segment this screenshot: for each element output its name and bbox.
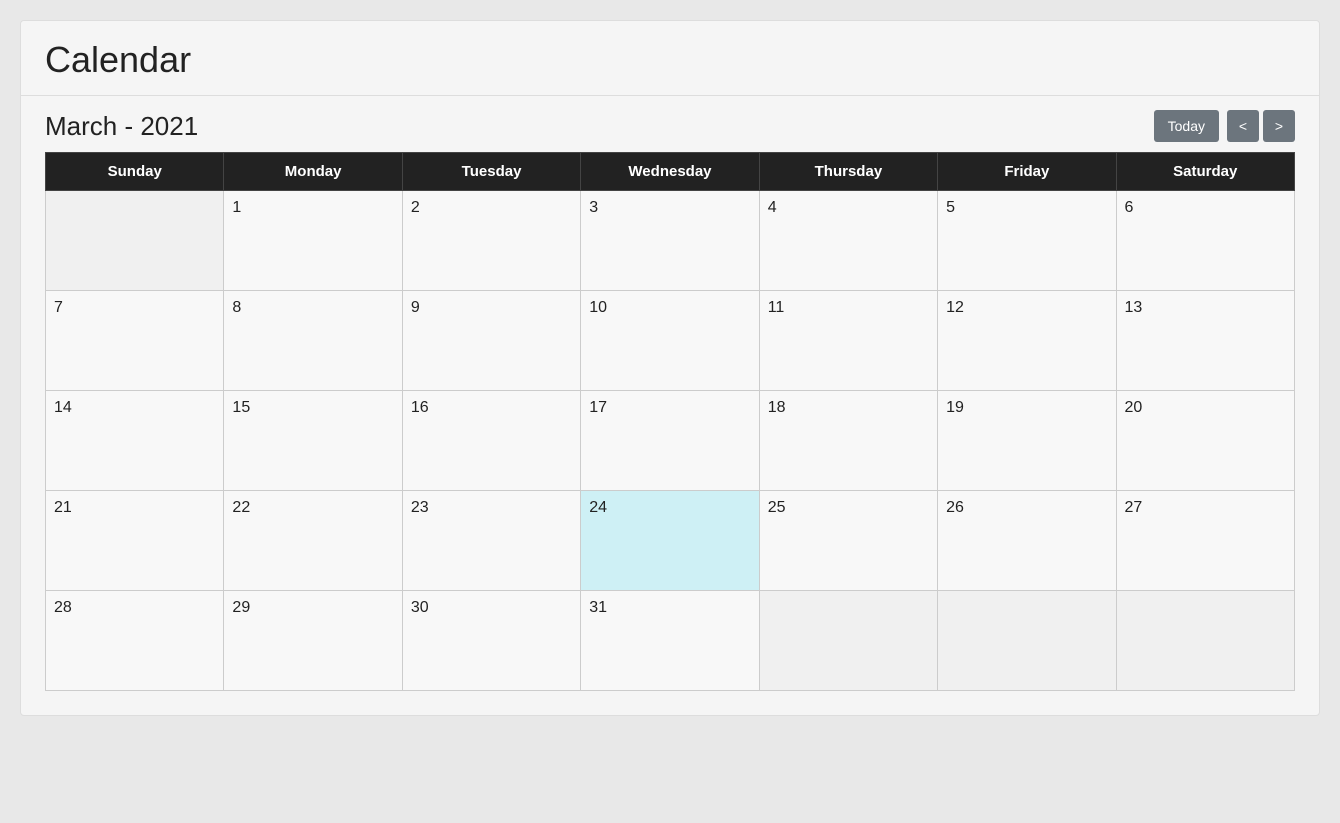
title-bar: Calendar: [21, 21, 1319, 96]
calendar-week-row: 1 2 3 4 5 6: [46, 191, 1295, 291]
calendar-day-cell[interactable]: 11: [759, 291, 937, 391]
day-header-tuesday: Tuesday: [402, 153, 580, 191]
day-number: 7: [54, 299, 63, 316]
calendar-day-cell[interactable]: 28: [46, 591, 224, 691]
calendar-day-cell[interactable]: 8: [224, 291, 402, 391]
calendar-header: March - 2021 Today < >: [21, 96, 1319, 152]
calendar-day-cell[interactable]: [759, 591, 937, 691]
weekday-header-row: SundayMondayTuesdayWednesdayThursdayFrid…: [46, 153, 1295, 191]
navigation-controls: Today < >: [1154, 110, 1295, 142]
calendar-day-cell[interactable]: 17: [581, 391, 759, 491]
day-number: 16: [411, 399, 429, 416]
day-number: 23: [411, 499, 429, 516]
day-header-monday: Monday: [224, 153, 402, 191]
day-number: 22: [232, 499, 250, 516]
calendar-day-cell[interactable]: 2: [402, 191, 580, 291]
calendar-day-cell[interactable]: [938, 591, 1116, 691]
calendar-day-cell[interactable]: 25: [759, 491, 937, 591]
day-number: 28: [54, 599, 72, 616]
day-number: 15: [232, 399, 250, 416]
day-number: 17: [589, 399, 607, 416]
calendar-day-cell[interactable]: 12: [938, 291, 1116, 391]
calendar-week-row: 14 15 16 17 18 19 20: [46, 391, 1295, 491]
day-number: 14: [54, 399, 72, 416]
calendar-day-cell[interactable]: 7: [46, 291, 224, 391]
calendar-day-cell[interactable]: 31: [581, 591, 759, 691]
calendar-day-cell[interactable]: 16: [402, 391, 580, 491]
day-number: 10: [589, 299, 607, 316]
day-number: 18: [768, 399, 786, 416]
calendar-day-cell[interactable]: 9: [402, 291, 580, 391]
day-number: 25: [768, 499, 786, 516]
day-header-friday: Friday: [938, 153, 1116, 191]
day-number: 24: [589, 499, 607, 516]
day-number: 21: [54, 499, 72, 516]
day-number: 19: [946, 399, 964, 416]
calendar-day-cell[interactable]: 1: [224, 191, 402, 291]
calendar-day-cell[interactable]: 3: [581, 191, 759, 291]
prev-month-button[interactable]: <: [1227, 110, 1259, 142]
next-month-button[interactable]: >: [1263, 110, 1295, 142]
calendar-day-cell[interactable]: 14: [46, 391, 224, 491]
calendar-day-cell[interactable]: 13: [1116, 291, 1294, 391]
calendar-day-cell[interactable]: 23: [402, 491, 580, 591]
calendar-day-cell[interactable]: 6: [1116, 191, 1294, 291]
day-number: 1: [232, 199, 241, 216]
calendar-day-cell[interactable]: 4: [759, 191, 937, 291]
day-number: 2: [411, 199, 420, 216]
day-number: 6: [1125, 199, 1134, 216]
app-title: Calendar: [45, 39, 1295, 81]
calendar-day-cell[interactable]: 19: [938, 391, 1116, 491]
month-year-label: March - 2021: [45, 111, 198, 142]
calendar-week-row: 7 8 9 10 11 12 13: [46, 291, 1295, 391]
calendar-day-cell[interactable]: [46, 191, 224, 291]
day-number: 27: [1125, 499, 1143, 516]
calendar-day-cell[interactable]: [1116, 591, 1294, 691]
calendar-day-cell[interactable]: 5: [938, 191, 1116, 291]
today-button[interactable]: Today: [1154, 110, 1219, 142]
day-number: 5: [946, 199, 955, 216]
day-header-thursday: Thursday: [759, 153, 937, 191]
day-number: 8: [232, 299, 241, 316]
calendar-day-cell[interactable]: 20: [1116, 391, 1294, 491]
day-header-wednesday: Wednesday: [581, 153, 759, 191]
calendar-day-cell[interactable]: 30: [402, 591, 580, 691]
calendar-day-cell[interactable]: 18: [759, 391, 937, 491]
day-number: 29: [232, 599, 250, 616]
calendar-day-cell[interactable]: 10: [581, 291, 759, 391]
day-header-saturday: Saturday: [1116, 153, 1294, 191]
day-number: 31: [589, 599, 607, 616]
calendar-day-cell[interactable]: 29: [224, 591, 402, 691]
day-number: 30: [411, 599, 429, 616]
calendar-day-cell[interactable]: 24: [581, 491, 759, 591]
day-number: 4: [768, 199, 777, 216]
calendar-week-row: 28 29 30 31: [46, 591, 1295, 691]
calendar-day-cell[interactable]: 26: [938, 491, 1116, 591]
day-number: 26: [946, 499, 964, 516]
calendar-day-cell[interactable]: 27: [1116, 491, 1294, 591]
calendar-wrapper: SundayMondayTuesdayWednesdayThursdayFrid…: [21, 152, 1319, 715]
calendar-week-row: 21 22 23 24 25 26 27: [46, 491, 1295, 591]
day-header-sunday: Sunday: [46, 153, 224, 191]
calendar-table: SundayMondayTuesdayWednesdayThursdayFrid…: [45, 152, 1295, 691]
day-number: 11: [768, 299, 785, 316]
day-number: 20: [1125, 399, 1143, 416]
day-number: 9: [411, 299, 420, 316]
calendar-day-cell[interactable]: 15: [224, 391, 402, 491]
calendar-day-cell[interactable]: 21: [46, 491, 224, 591]
day-number: 3: [589, 199, 598, 216]
day-number: 12: [946, 299, 964, 316]
day-number: 13: [1125, 299, 1143, 316]
calendar-container: Calendar March - 2021 Today < > SundayMo…: [20, 20, 1320, 716]
calendar-day-cell[interactable]: 22: [224, 491, 402, 591]
